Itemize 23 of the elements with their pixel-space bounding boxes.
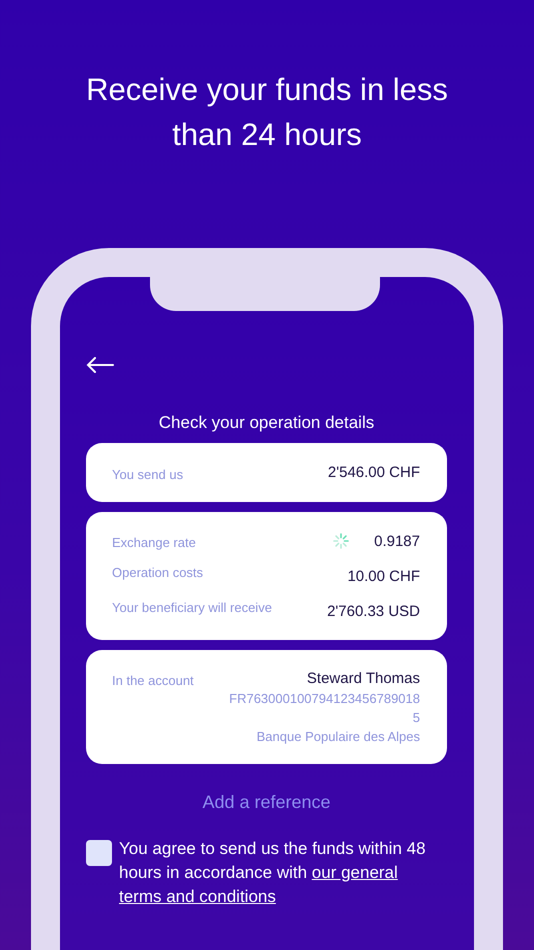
- add-reference-link[interactable]: Add a reference: [202, 792, 331, 813]
- screen-title: Check your operation details: [158, 413, 376, 433]
- detail-label: In the account: [112, 672, 194, 688]
- account-number: FR763000100794123456789018: [229, 691, 420, 706]
- agreement-text: You agree to send us the funds within 48 hours in accordance with our general terms and conditions: [119, 838, 427, 908]
- back-button[interactable]: [86, 357, 114, 373]
- detail-value: 2'546.00 CHF: [328, 464, 420, 481]
- account-name: Steward Thomas: [306, 670, 420, 687]
- spinner-icon: [332, 532, 350, 550]
- terms-link[interactable]: our general: [312, 863, 398, 882]
- agreement-checkbox[interactable]: [86, 840, 112, 866]
- headline: Receive your funds in less than 24 hours: [85, 71, 449, 154]
- detail-value: 10.00 CHF: [347, 567, 420, 585]
- detail-label: Your beneficiary will receive: [112, 599, 272, 615]
- back-arrow-icon: [86, 357, 114, 373]
- terms-link[interactable]: terms and conditions: [119, 887, 276, 906]
- detail-value: 0.9187: [374, 532, 420, 550]
- account-number: 5: [412, 710, 420, 725]
- detail-label: Operation costs: [112, 564, 204, 580]
- bank-name: Banque Populaire des Alpes: [256, 729, 420, 744]
- detail-value: 2'760.33 USD: [327, 602, 420, 620]
- detail-label: You send us: [112, 466, 184, 482]
- detail-label: Exchange rate: [112, 534, 196, 550]
